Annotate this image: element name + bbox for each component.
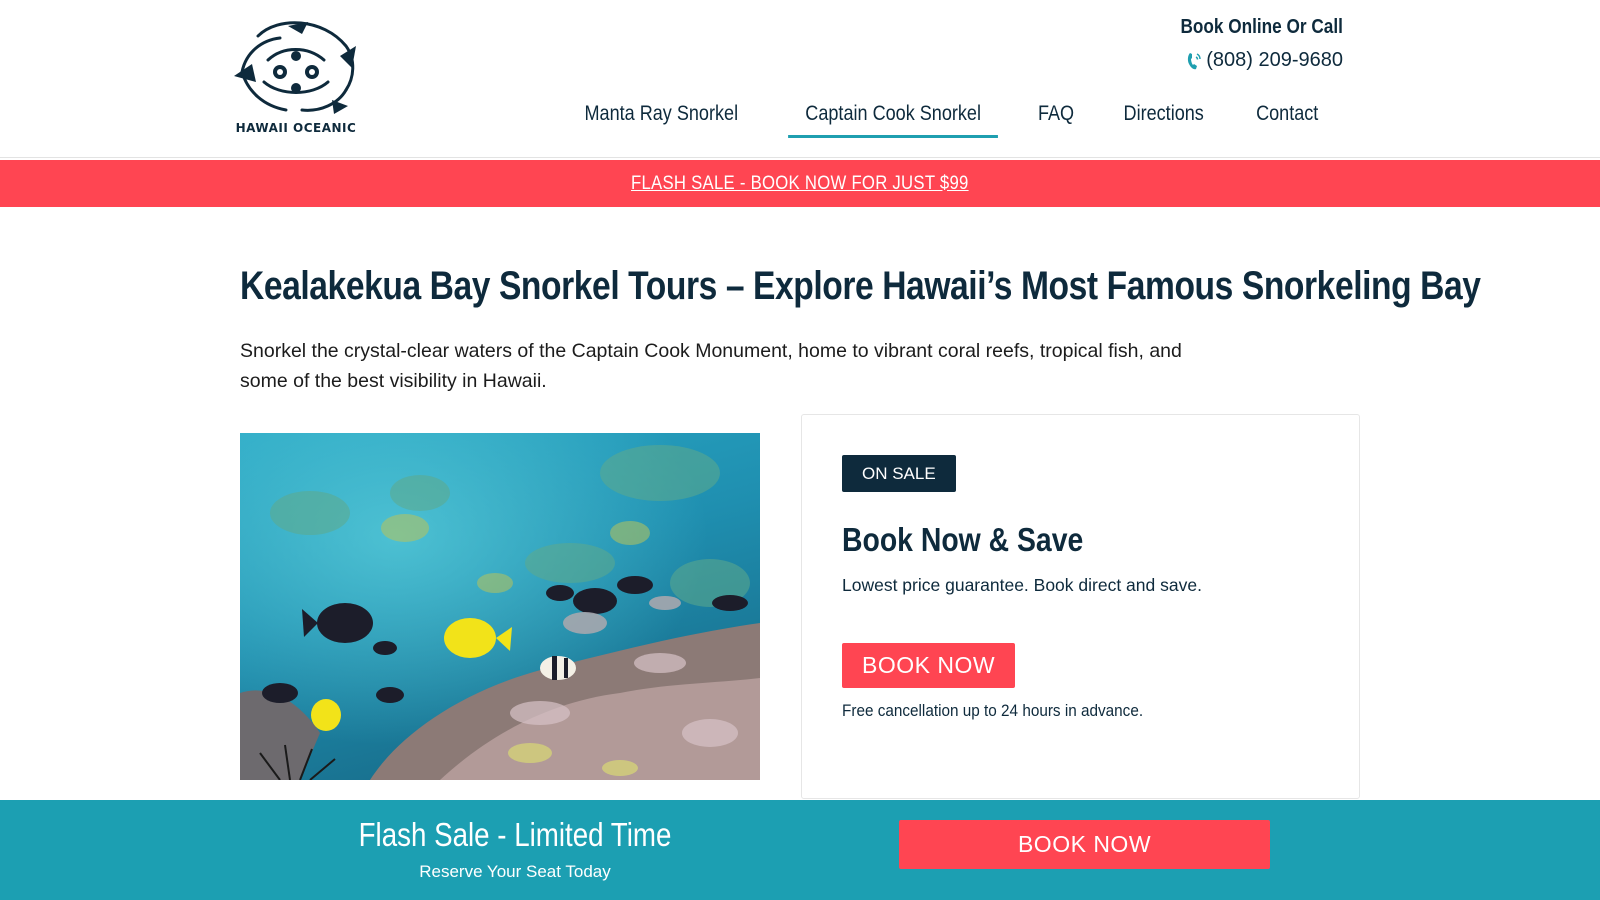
card-heading: Book Now & Save	[842, 521, 1084, 558]
manta-logo-icon	[234, 21, 356, 114]
hawaii-oceanic-logo[interactable]: HAWAII OCEANIC	[228, 16, 364, 140]
nav-item-manta-ray-snorkel[interactable]: Manta Ray Snorkel	[568, 96, 756, 138]
nav-item-captain-cook-snorkel[interactable]: Captain Cook Snorkel	[788, 96, 999, 138]
cancellation-note: Free cancellation up to 24 hours in adva…	[842, 701, 1144, 720]
sticky-book-now-button[interactable]: BOOK NOW	[899, 820, 1270, 869]
book-online-label: Book Online Or Call	[1180, 16, 1343, 38]
page-subtitle: Snorkel the crystal-clear waters of the …	[240, 340, 1182, 392]
phone-link[interactable]: (808) 209-9680	[1154, 49, 1343, 72]
sticky-booking-bar: Flash Sale - Limited Time Reserve Your S…	[0, 800, 1600, 900]
flash-sale-link[interactable]: FLASH SALE - BOOK NOW FOR JUST $99	[631, 173, 969, 195]
flash-sale-banner: FLASH SALE - BOOK NOW FOR JUST $99	[0, 160, 1600, 207]
nav-item-directions[interactable]: Directions	[1107, 96, 1222, 138]
nav-item-faq[interactable]: FAQ	[1021, 96, 1092, 138]
main-nav: Manta Ray Snorkel Captain Cook Snorkel F…	[552, 96, 1343, 138]
site-header: HAWAII OCEANIC Book Online Or Call (808)…	[0, 0, 1600, 158]
on-sale-badge: ON SALE	[842, 455, 956, 492]
sticky-bar-title: Flash Sale - Limited Time	[358, 816, 672, 853]
sticky-bar-subtitle: Reserve Your Seat Today	[419, 862, 611, 881]
snorkel-reef-photo	[240, 433, 760, 780]
card-description: Lowest price guarantee. Book direct and …	[842, 575, 1202, 595]
contact-block: Book Online Or Call (808) 209-9680	[1154, 16, 1343, 72]
phone-icon	[1186, 51, 1202, 71]
logo-wordmark: HAWAII OCEANIC	[235, 121, 357, 135]
book-now-button[interactable]: BOOK NOW	[842, 643, 1016, 688]
page-title: Kealakekua Bay Snorkel Tours – Explore H…	[240, 264, 1481, 308]
nav-item-contact[interactable]: Contact	[1238, 96, 1335, 138]
booking-card: ON SALE Book Now & Save Lowest price gua…	[801, 414, 1360, 799]
phone-number[interactable]: (808) 209-9680	[1206, 49, 1343, 72]
